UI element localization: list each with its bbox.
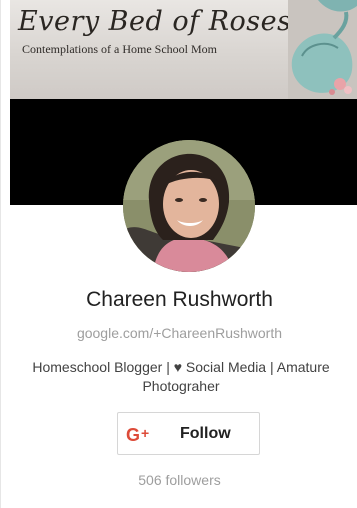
- google-plus-icon: G +: [126, 425, 149, 444]
- profile-url[interactable]: google.com/+ChareenRushworth: [1, 325, 357, 341]
- profile-name[interactable]: Chareen Rushworth: [1, 288, 357, 312]
- teapot-illustration: [288, 0, 357, 99]
- avatar-photo: [123, 140, 255, 272]
- svg-text:+: +: [141, 425, 149, 441]
- avatar[interactable]: [123, 140, 255, 272]
- follow-label: Follow: [180, 425, 231, 442]
- follow-button[interactable]: G + Follow: [117, 412, 260, 455]
- banner-subtitle: Contemplations of a Home School Mom: [22, 42, 217, 56]
- banner-title: Every Bed of Roses: [18, 6, 292, 37]
- svg-text:G: G: [126, 425, 140, 444]
- followers-count: 506 followers: [138, 472, 221, 488]
- profile-card: Every Bed of Roses Contemplations of a H…: [0, 0, 357, 508]
- profile-tagline: Homeschool Blogger | ♥ Social Media | Am…: [32, 359, 330, 394]
- cover-banner: Every Bed of Roses Contemplations of a H…: [10, 0, 357, 99]
